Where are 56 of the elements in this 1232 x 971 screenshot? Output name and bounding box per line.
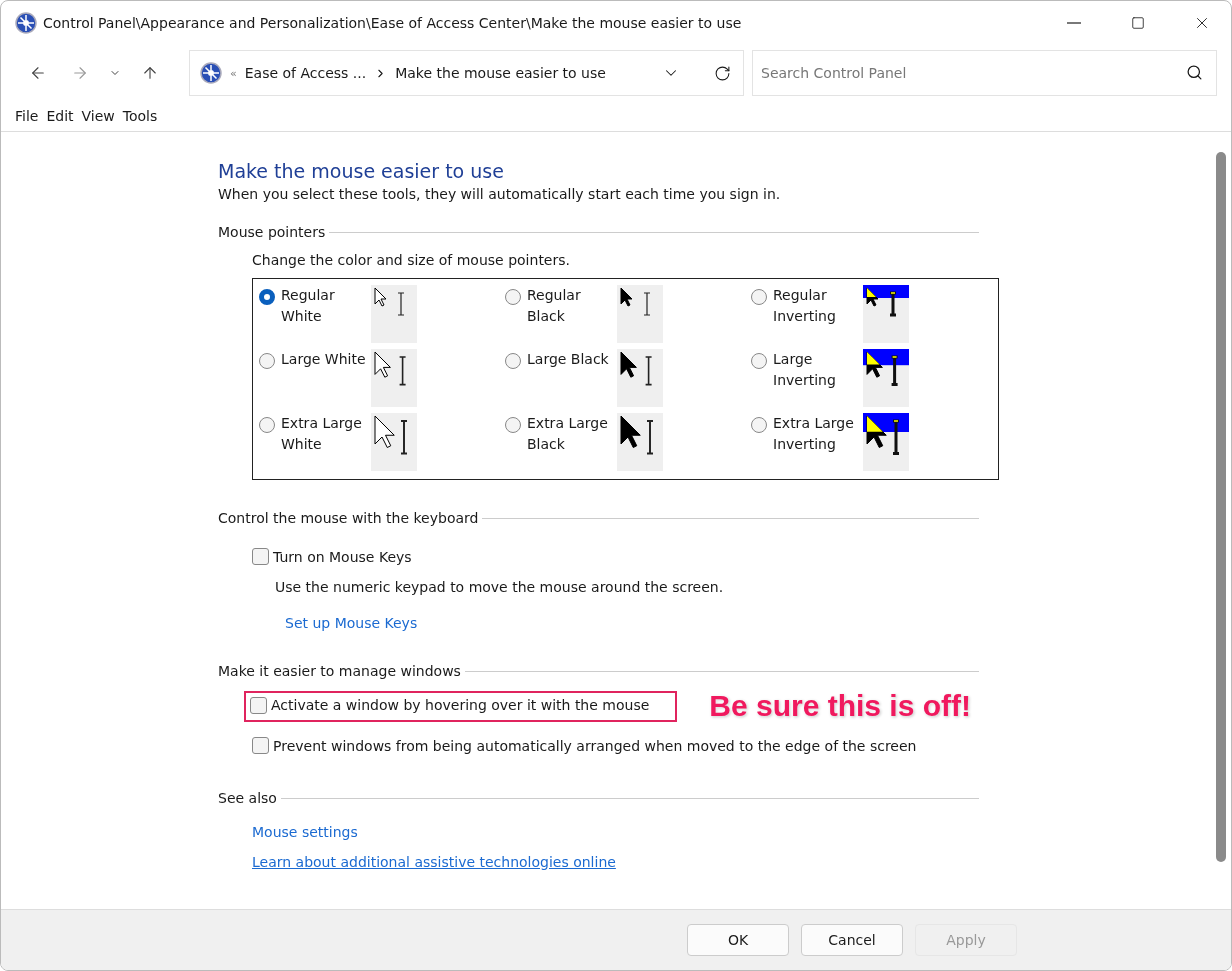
description: Use the numeric keypad to move the mouse around the screen. [274, 579, 725, 595]
control-panel-icon [200, 62, 222, 84]
radio-button[interactable] [505, 289, 521, 305]
page-subtitle: When you select these tools, they will automatically start each time you sign in. [218, 186, 782, 202]
menu-item[interactable]: View [77, 108, 119, 124]
annotation: Be sure this is off! [709, 689, 971, 723]
page-title: Make the mouse easier to use [218, 160, 505, 182]
radio-button[interactable] [751, 417, 767, 433]
overflow-chevrons[interactable]: « [230, 66, 237, 80]
radio-label[interactable]: Large Black [527, 349, 617, 370]
checkbox[interactable] [252, 737, 269, 754]
description: Change the color and size of mouse pointers. [252, 252, 571, 268]
section-heading: Control the mouse with the keyboard [218, 510, 479, 526]
refresh-icon[interactable] [714, 64, 731, 82]
help-link[interactable]: Learn about additional assistive technologies online [252, 854, 616, 870]
dialog-button[interactable]: OK [687, 924, 789, 956]
radio-label[interactable]: Large White [281, 349, 371, 370]
radio-button[interactable] [259, 289, 275, 305]
radio-label[interactable]: Extra Large Black [527, 413, 617, 455]
maximize-icon [1131, 16, 1145, 30]
minimize-icon [1067, 22, 1081, 24]
menu-item[interactable]: Tools [118, 108, 162, 124]
checkbox-label[interactable]: Activate a window by hovering over it with the mouse [271, 697, 650, 713]
search-field[interactable]: Search Control Panel [752, 50, 1217, 96]
radio-label[interactable]: Regular Inverting [773, 285, 863, 327]
radio-label[interactable]: Regular Black [527, 285, 617, 327]
control-panel-icon [15, 12, 37, 34]
window-title: Control Panel\Appearance and Personalization\Ease of Access Center\Make the mouse easier to use [43, 15, 743, 31]
setup-link[interactable]: Set up Mouse Keys [285, 615, 418, 631]
help-link[interactable]: Mouse settings [252, 824, 358, 840]
radio-button[interactable] [751, 289, 767, 305]
section-heading: Make it easier to manage windows [218, 663, 461, 679]
radio-button[interactable] [505, 417, 521, 433]
breadcrumb[interactable]: Make the mouse easier to use [395, 65, 606, 81]
radio-button[interactable] [259, 353, 275, 369]
section-heading: See also [218, 790, 277, 806]
address-bar[interactable]: « Ease of Access ... Make the mouse easier to use [189, 50, 744, 96]
scrollbar-thumb[interactable] [1216, 152, 1226, 862]
forward-arrow-icon [71, 64, 89, 82]
radio-label[interactable]: Extra Large White [281, 413, 371, 455]
checkbox[interactable] [250, 696, 267, 714]
checkbox[interactable] [252, 548, 269, 565]
radio-label[interactable]: Regular White [281, 285, 371, 327]
radio-label[interactable]: Extra Large Inverting [773, 413, 863, 455]
radio-label[interactable]: Large Inverting [773, 349, 863, 391]
checkbox-label[interactable]: Turn on Mouse Keys [273, 548, 412, 565]
search-icon[interactable] [1186, 64, 1203, 81]
dialog-button[interactable]: Cancel [801, 924, 903, 956]
radio-button[interactable] [505, 353, 521, 369]
radio-button[interactable] [259, 417, 275, 433]
menu-item[interactable]: Edit [42, 108, 78, 124]
radio-button[interactable] [751, 353, 767, 369]
breadcrumb[interactable]: Ease of Access ... [244, 65, 367, 81]
section-heading: Mouse pointers [218, 224, 326, 240]
checkbox-label[interactable]: Prevent windows from being automatically arranged when moved to the edge of the screen [273, 737, 917, 754]
menu-item[interactable]: File [11, 108, 43, 124]
